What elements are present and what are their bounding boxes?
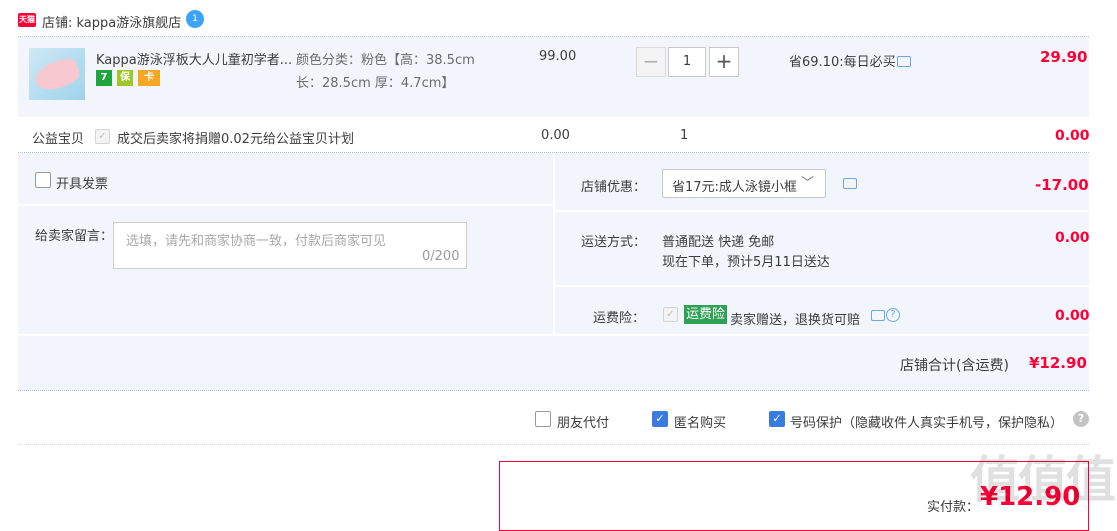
shop-coupon-label: 店铺优惠：: [581, 180, 647, 195]
product-thumbnail[interactable]: [29, 48, 85, 100]
shipping-amount: 0.00: [1055, 230, 1090, 246]
divider: [18, 444, 1089, 445]
quantity-input[interactable]: 1: [668, 47, 706, 77]
quantity-decrease-button[interactable]: −: [636, 47, 666, 77]
invoice-checkbox[interactable]: [35, 172, 51, 188]
message-char-count: 0/200: [422, 249, 460, 264]
sku-info: 颜色分类：粉色【高：38.5cm: [296, 53, 475, 68]
shop-total-label: 店铺合计(含运费): [900, 358, 1009, 374]
insurance-checkbox: ✓: [663, 307, 678, 322]
shop-name-link[interactable]: 店铺: kappa游泳旗舰店: [42, 12, 181, 31]
message-placeholder: 选填，请先和商家协商一致，付款后商家可见: [126, 234, 387, 249]
divider: [553, 153, 555, 336]
anonymous-label[interactable]: 匿名购买: [674, 412, 726, 431]
chevron-down-icon[interactable]: ﹀: [801, 172, 814, 191]
shipping-label: 运送方式：: [581, 235, 647, 250]
item-subtotal: 29.90: [1040, 48, 1088, 66]
number-protect-label[interactable]: 号码保护（隐藏收件人真实手机号，保护隐私）: [790, 412, 1063, 431]
coupon-selected-value: 省17元:成人泳镜小框: [672, 180, 797, 195]
divider: [555, 210, 1089, 212]
guarantee-icon[interactable]: 保: [117, 70, 133, 86]
product-title-link[interactable]: Kappa游泳浮板大人儿童初学者...: [96, 49, 292, 68]
charity-checkbox: ✓: [95, 129, 110, 144]
message-label: 给卖家留言：: [35, 229, 114, 244]
friend-pay-label[interactable]: 朋友代付: [557, 412, 609, 431]
watermark: 值值值: [970, 451, 1116, 509]
insurance-label: 运费险：: [593, 311, 646, 326]
charity-price: 0.00: [541, 128, 570, 143]
charity-qty: 1: [680, 128, 689, 143]
divider: [18, 334, 1089, 336]
divider: [555, 285, 1089, 287]
sku-info-cont: 长：28.5cm 厚：4.7cm】: [296, 76, 455, 91]
question-icon[interactable]: ?: [1073, 411, 1089, 427]
number-protect-checkbox[interactable]: ✓: [769, 411, 785, 427]
seven-day-return-icon[interactable]: 7: [96, 70, 112, 86]
comment-icon[interactable]: [897, 56, 911, 67]
invoice-label[interactable]: 开具发票: [56, 173, 108, 192]
charity-description: 成交后卖家将捐赠0.02元给公益宝贝计划: [117, 132, 354, 147]
credit-card-icon[interactable]: 卡: [138, 70, 160, 86]
tmall-logo-icon: 天猫: [18, 13, 36, 27]
unit-price: 99.00: [539, 49, 577, 64]
divider: [18, 204, 553, 206]
insurance-description: 卖家赠送，退换货可赔: [730, 313, 861, 328]
help-icon[interactable]: ?: [886, 308, 900, 322]
delivery-estimate: 现在下单，预计5月11日送达: [662, 255, 830, 270]
quantity-increase-button[interactable]: +: [709, 47, 739, 77]
shipping-method: 普通配送 快递 免邮: [662, 235, 775, 250]
comment-icon[interactable]: [871, 310, 885, 321]
coupon-amount: -17.00: [1035, 176, 1089, 194]
wangwang-chat-icon[interactable]: 1: [186, 10, 204, 28]
saving-label: 省69.10:每日必买: [789, 55, 896, 70]
insurance-badge: 运费险: [684, 305, 728, 324]
anonymous-checkbox[interactable]: ✓: [652, 411, 668, 427]
insurance-amount: 0.00: [1055, 308, 1090, 324]
charity-label: 公益宝贝: [32, 132, 85, 147]
comment-icon[interactable]: [843, 178, 857, 189]
shop-total-amount: ¥12.90: [1029, 354, 1087, 372]
friend-pay-checkbox[interactable]: [535, 411, 551, 427]
charity-subtotal: 0.00: [1055, 128, 1090, 144]
